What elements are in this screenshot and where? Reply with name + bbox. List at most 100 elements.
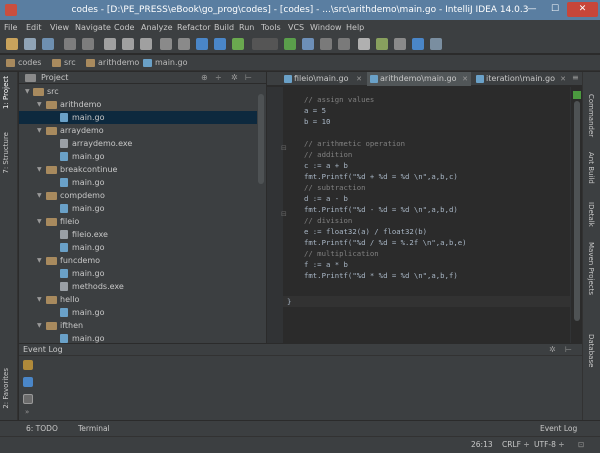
find-icon[interactable] bbox=[160, 38, 172, 50]
line-separator[interactable]: CRLF ÷ bbox=[502, 437, 530, 453]
fold-marker-icon[interactable]: ⊟ bbox=[281, 210, 287, 218]
tree-item[interactable]: fileio.exe bbox=[19, 228, 257, 241]
tree-item[interactable]: main.go bbox=[19, 267, 257, 280]
maximize-button[interactable]: ☐ bbox=[544, 2, 566, 17]
settings-icon[interactable] bbox=[394, 38, 406, 50]
menu-navigate[interactable]: Navigate bbox=[75, 20, 111, 35]
tab-iteration-main-go[interactable]: iteration\main.go ✕ bbox=[473, 72, 569, 86]
expand-arrow-icon[interactable]: ▼ bbox=[25, 85, 30, 98]
tab-overflow-icon[interactable]: ≡ bbox=[572, 73, 579, 82]
paste-icon[interactable] bbox=[140, 38, 152, 50]
back-icon[interactable] bbox=[196, 38, 208, 50]
expand-arrow-icon[interactable]: ▼ bbox=[37, 215, 42, 228]
close-tab-icon[interactable]: ✕ bbox=[560, 72, 566, 86]
settings-wrench-icon[interactable] bbox=[23, 360, 33, 370]
tab-todo[interactable]: 6: TODO bbox=[26, 421, 58, 437]
menu-edit[interactable]: Edit bbox=[26, 20, 42, 35]
close-button[interactable]: ✕ bbox=[567, 2, 598, 17]
tab-fileio-main-go[interactable]: fileio\main.go ✕ bbox=[281, 72, 365, 86]
run-icon[interactable] bbox=[284, 38, 296, 50]
project-view-icon[interactable] bbox=[23, 72, 37, 85]
tab-event-log[interactable]: Event Log bbox=[540, 421, 577, 437]
expand-arrow-icon[interactable]: ▼ bbox=[37, 254, 42, 267]
tab-terminal[interactable]: Terminal bbox=[78, 421, 110, 437]
caret-position[interactable]: 26:13 bbox=[471, 437, 493, 453]
menu-build[interactable]: Build bbox=[214, 20, 234, 35]
plugin-icon[interactable] bbox=[430, 38, 442, 50]
menu-vcs[interactable]: VCS bbox=[288, 20, 304, 35]
editor-scrollbar[interactable] bbox=[574, 101, 580, 321]
project-panel-title[interactable]: Project bbox=[41, 72, 68, 84]
menu-run[interactable]: Run bbox=[239, 20, 254, 35]
stop-icon[interactable] bbox=[338, 38, 350, 50]
expand-arrow-icon[interactable]: ▼ bbox=[37, 319, 42, 332]
tab-arithdemo-main-go[interactable]: arithdemo\main.go ✕ bbox=[367, 72, 471, 86]
tree-item[interactable]: ▼ hello bbox=[19, 293, 257, 306]
tree-item[interactable]: ▼ src bbox=[19, 85, 257, 98]
tree-item[interactable]: main.go bbox=[19, 241, 257, 254]
debug-icon[interactable] bbox=[302, 38, 314, 50]
fold-marker-icon[interactable]: ⊟ bbox=[281, 144, 287, 152]
expand-arrow-icon[interactable]: ▼ bbox=[37, 189, 42, 202]
close-tab-icon[interactable]: ✕ bbox=[356, 72, 362, 86]
menu-window[interactable]: Window bbox=[310, 20, 342, 35]
expand-arrow-icon[interactable]: ▼ bbox=[37, 163, 42, 176]
expand-arrow-icon[interactable]: ▼ bbox=[37, 98, 42, 111]
tree-item[interactable]: ▼ compdemo bbox=[19, 189, 257, 202]
more-icon[interactable]: » bbox=[25, 408, 29, 416]
tree-item[interactable]: ▼ breakcontinue bbox=[19, 163, 257, 176]
tree-item[interactable]: main.go bbox=[19, 202, 257, 215]
cut-icon[interactable] bbox=[104, 38, 116, 50]
breadcrumb-codes[interactable]: codes bbox=[6, 57, 41, 69]
tree-item[interactable]: main.go bbox=[19, 150, 257, 163]
tab-maven-projects[interactable]: Maven Projects bbox=[587, 242, 595, 295]
menu-help[interactable]: Help bbox=[346, 20, 364, 35]
tab-idetalk[interactable]: IDetalk bbox=[587, 202, 595, 227]
tree-item[interactable]: arraydemo.exe bbox=[19, 137, 257, 150]
open-folder-icon[interactable] bbox=[6, 38, 18, 50]
expand-arrow-icon[interactable]: ▼ bbox=[37, 124, 42, 137]
inspection-ok-icon[interactable] bbox=[573, 91, 581, 99]
expand-arrow-icon[interactable]: ▼ bbox=[37, 293, 42, 306]
make-project-icon[interactable] bbox=[232, 38, 244, 50]
hide-icon[interactable]: ⊢ bbox=[245, 72, 252, 84]
lock-icon[interactable]: ⊡ bbox=[578, 437, 584, 453]
tree-item-selected[interactable]: main.go bbox=[19, 111, 257, 124]
breadcrumb-arithdemo[interactable]: arithdemo bbox=[86, 57, 139, 69]
tree-item[interactable]: methods.exe bbox=[19, 280, 257, 293]
settings-gear-icon[interactable]: ✲ bbox=[549, 344, 556, 356]
menu-refactor[interactable]: Refactor bbox=[177, 20, 211, 35]
balloon-icon[interactable] bbox=[23, 377, 33, 387]
run-config-dropdown[interactable] bbox=[252, 38, 278, 50]
android-icon[interactable] bbox=[376, 38, 388, 50]
minimize-button[interactable]: — bbox=[521, 2, 543, 17]
tab-structure[interactable]: 7: Structure bbox=[2, 132, 10, 174]
menu-tools[interactable]: Tools bbox=[261, 20, 281, 35]
tab-favorites[interactable]: 2: Favorites bbox=[2, 368, 10, 409]
collapse-all-icon[interactable]: ÷ bbox=[215, 72, 222, 84]
sync-icon[interactable] bbox=[42, 38, 54, 50]
clear-all-icon[interactable] bbox=[23, 394, 33, 404]
tree-item[interactable]: ▼ arraydemo bbox=[19, 124, 257, 137]
tab-database[interactable]: Database bbox=[587, 334, 595, 367]
menu-view[interactable]: View bbox=[50, 20, 69, 35]
coverage-icon[interactable] bbox=[320, 38, 332, 50]
copy-icon[interactable] bbox=[122, 38, 134, 50]
project-scrollbar[interactable] bbox=[258, 94, 264, 184]
tab-ant-build[interactable]: Ant Build bbox=[587, 152, 595, 184]
forward-icon[interactable] bbox=[214, 38, 226, 50]
hide-icon[interactable]: ⊢ bbox=[565, 344, 572, 356]
settings-gear-icon[interactable]: ✲ bbox=[231, 72, 238, 84]
tree-item[interactable]: ▼ funcdemo bbox=[19, 254, 257, 267]
tree-item[interactable]: ▼ fileio bbox=[19, 215, 257, 228]
menu-code[interactable]: Code bbox=[114, 20, 134, 35]
tree-item[interactable]: main.go bbox=[19, 306, 257, 319]
save-icon[interactable] bbox=[24, 38, 36, 50]
menu-analyze[interactable]: Analyze bbox=[141, 20, 173, 35]
vcs-icon[interactable] bbox=[358, 38, 370, 50]
breadcrumb-main-go[interactable]: main.go bbox=[143, 57, 188, 69]
scroll-from-source-icon[interactable]: ⊕ bbox=[201, 72, 208, 84]
code-editor[interactable]: ⊟ ⊟ // assign values a = 5 b = 10 // ari… bbox=[267, 87, 582, 343]
replace-icon[interactable] bbox=[178, 38, 190, 50]
tree-item[interactable]: ▼ ifthen bbox=[19, 319, 257, 332]
